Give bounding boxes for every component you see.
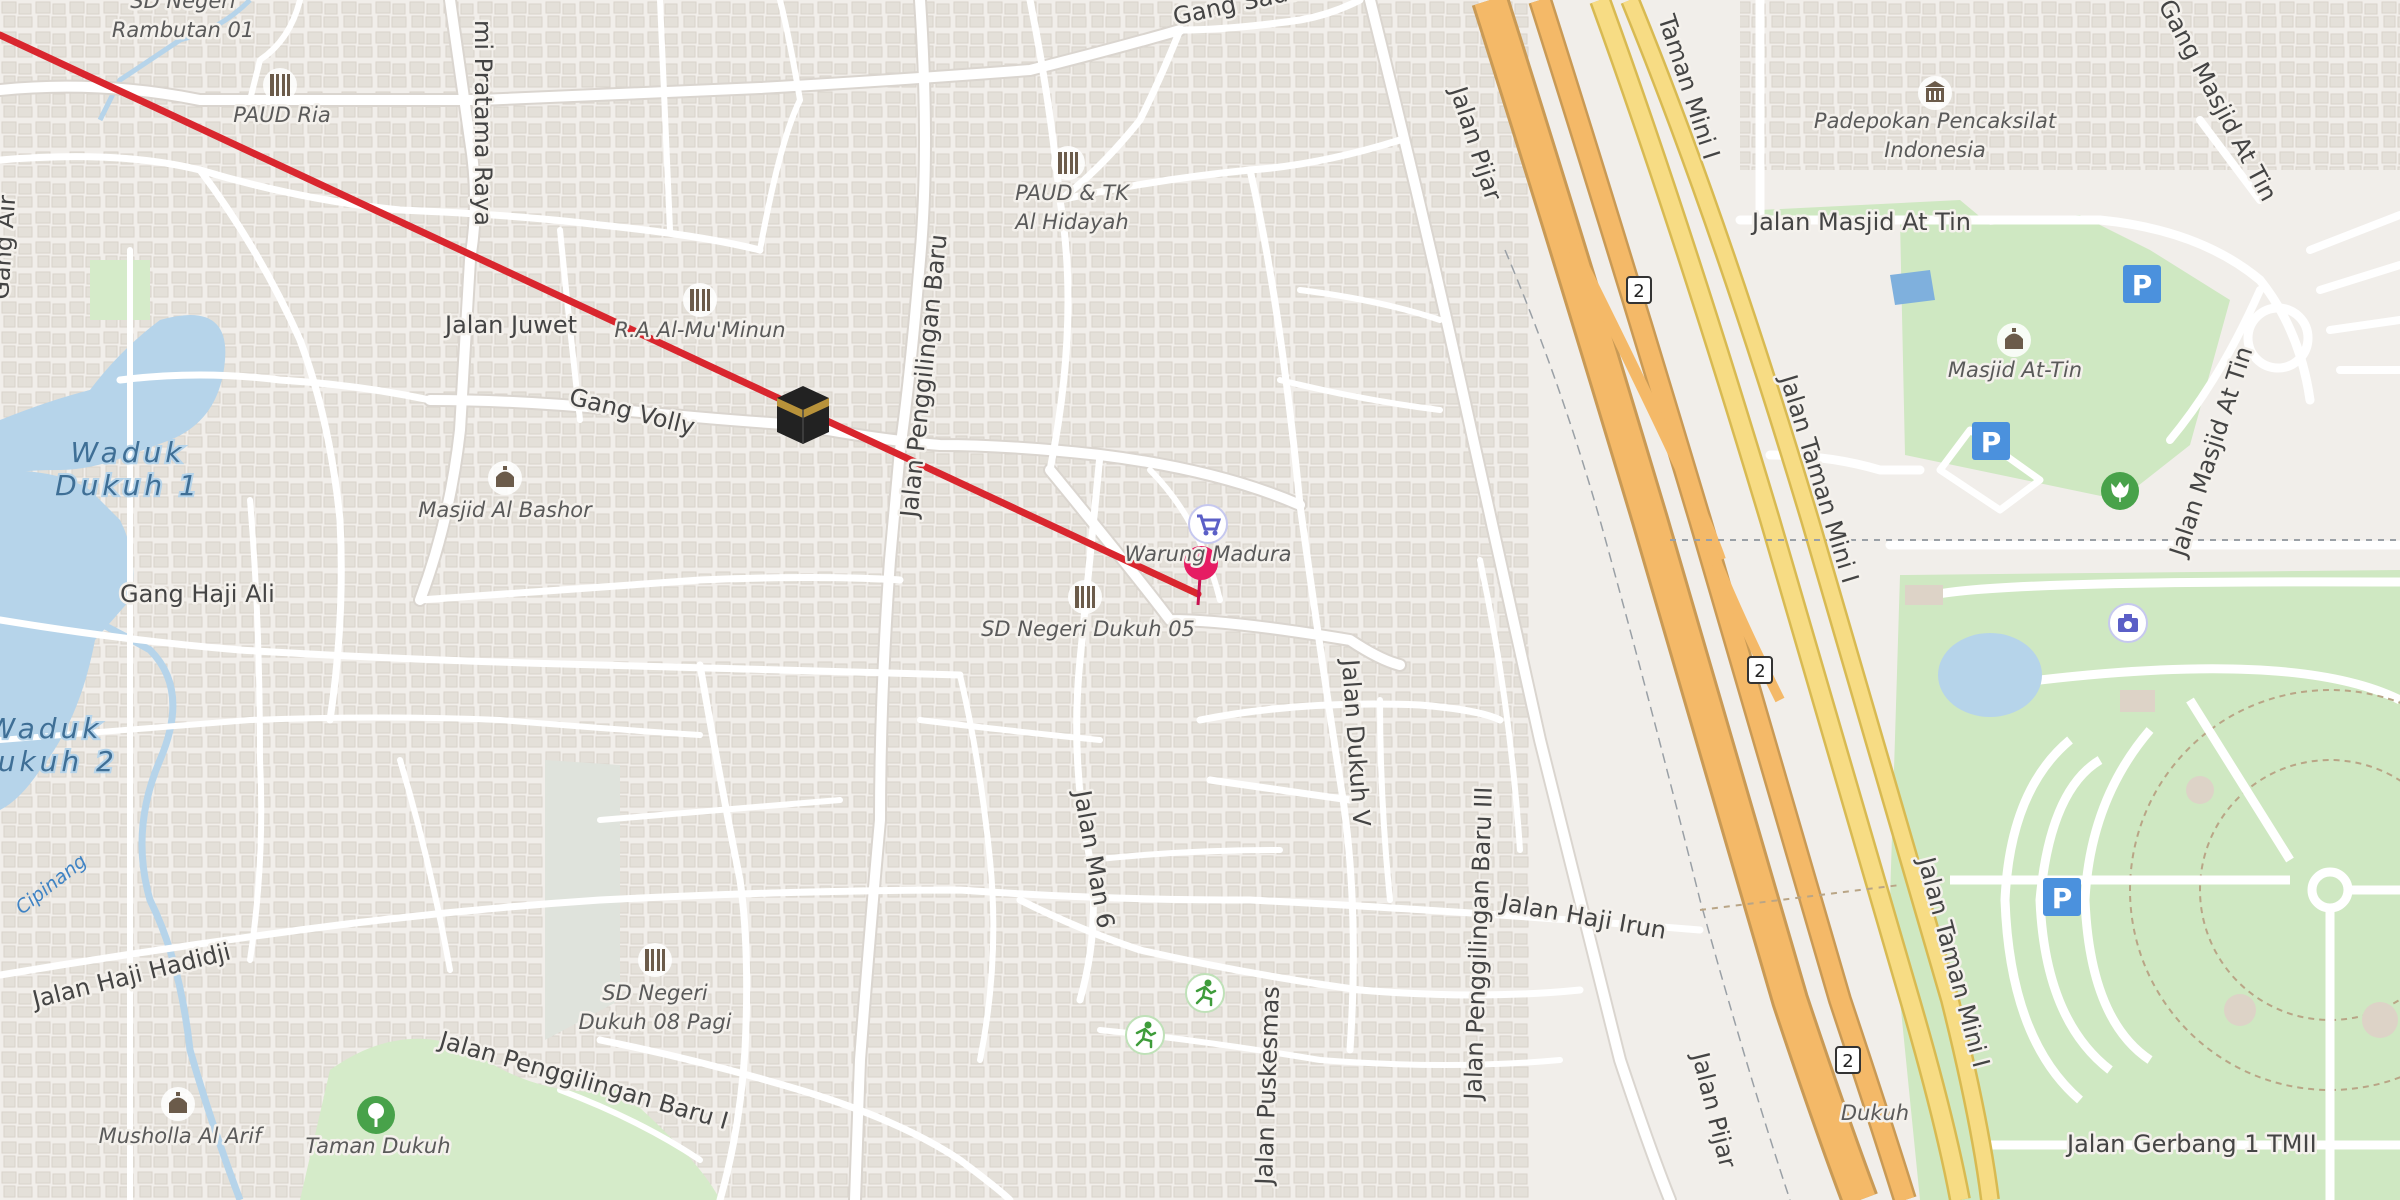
kaaba-icon[interactable] (777, 386, 829, 444)
water-label: Waduk Dukuh 1 (55, 436, 201, 502)
road-label: Jalan Masjid At Tin (1750, 208, 1971, 236)
road-label: Jalan Juwet (443, 311, 577, 339)
route-shield: 2 (1626, 276, 1652, 304)
parking-icon[interactable]: P (2123, 265, 2161, 303)
running-icon[interactable] (1185, 973, 1225, 1013)
running-icon[interactable] (1125, 1015, 1165, 1055)
monument-icon[interactable] (1918, 76, 1952, 110)
route-shield: 2 (1835, 1046, 1861, 1074)
svg-text:P: P (2132, 269, 2153, 302)
mosque-icon[interactable] (1997, 323, 2031, 357)
poi-label: Warung Madura (1125, 542, 1292, 566)
poi-label: Masjid Al Bashor (418, 498, 593, 522)
parking-icon[interactable]: P (1972, 422, 2010, 460)
svg-text:2: 2 (1633, 281, 1644, 302)
school-icon[interactable] (1051, 146, 1085, 180)
route-shield: 2 (1747, 656, 1773, 684)
svg-text:2: 2 (1754, 661, 1765, 682)
road-label: Jalan Gerbang 1 TMII (2065, 1130, 2317, 1158)
poi-label: Musholla Al Arif (99, 1124, 265, 1148)
school-icon[interactable] (1068, 580, 1102, 614)
garden-icon[interactable] (2101, 472, 2139, 510)
poi-label: SD Negeri Dukuh 05 (981, 617, 1195, 641)
poi-label: PAUD Ria (233, 103, 331, 127)
road-label: Gang Haji Ali (120, 580, 275, 608)
water-label: WadukDukuh 2 (0, 712, 118, 778)
map-canvas[interactable]: 2 2 2 P P P SD Negeri Rambutan 01 PAUD R… (0, 0, 2400, 1200)
poi-label: R.A Al-Mu'Minun (614, 318, 785, 342)
poi-label: SD Negeri Rambutan 01 (112, 0, 254, 42)
school-icon[interactable] (263, 68, 297, 102)
svg-text:P: P (2052, 882, 2073, 915)
poi-label: Taman Dukuh (305, 1134, 450, 1158)
tree-icon[interactable] (357, 1096, 395, 1134)
school-icon[interactable] (683, 283, 717, 317)
parking-icon[interactable]: P (2043, 878, 2081, 916)
school-icon[interactable] (638, 943, 672, 977)
svg-text:2: 2 (1842, 1051, 1853, 1072)
camera-icon[interactable] (2108, 603, 2148, 643)
poi-label: Masjid At-Tin (1948, 358, 2082, 382)
road-label: mi Pratama Raya (469, 20, 497, 226)
shopping-cart-icon[interactable] (1188, 504, 1228, 544)
poi-label: Dukuh (1841, 1101, 1909, 1125)
mosque-icon[interactable] (161, 1087, 195, 1121)
svg-text:P: P (1981, 426, 2002, 459)
mosque-icon[interactable] (488, 461, 522, 495)
